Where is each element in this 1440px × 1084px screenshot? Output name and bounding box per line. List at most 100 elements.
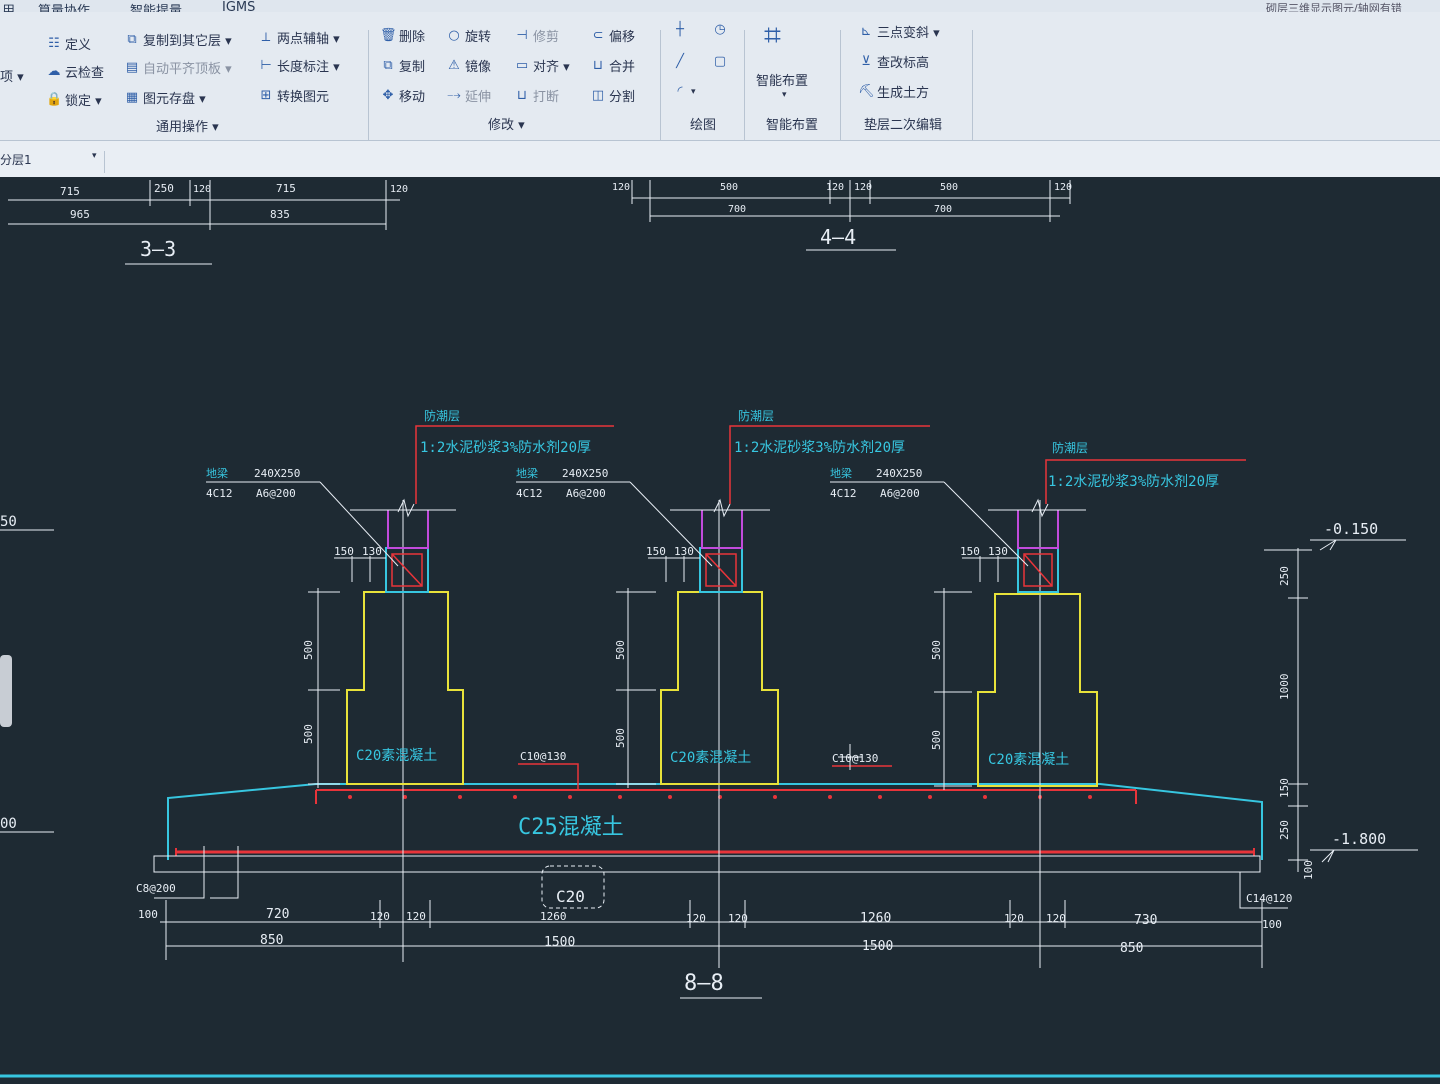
- lock-button[interactable]: 🔒 锁定 ▾: [46, 90, 102, 109]
- define-button[interactable]: ☷ 定义: [46, 34, 91, 53]
- cloud-check-icon: ☁: [47, 64, 61, 79]
- pier2-beam-stirrup: A6@200: [566, 487, 606, 500]
- bottom-dim-5: 1260: [540, 910, 567, 923]
- two-point-axis-button[interactable]: ⟂ 两点辅轴 ▾: [258, 28, 340, 47]
- axis-icon: ⟂: [261, 30, 271, 45]
- layer-select[interactable]: 分层1 ▾: [0, 151, 105, 173]
- pier3-dim-500a: 500: [930, 640, 943, 660]
- pier1-dim-500a: 500: [302, 640, 315, 660]
- merge-icon: ⊔: [592, 58, 604, 73]
- pier2-dim-500b: 500: [614, 728, 627, 748]
- group-label-modify[interactable]: 修改 ▾: [488, 114, 525, 133]
- cushion-label: C20: [556, 887, 585, 906]
- arc-icon: ◜: [677, 84, 683, 99]
- bottom-dim-2: 720: [266, 907, 289, 922]
- draw-rect-button[interactable]: ▢: [712, 54, 728, 69]
- bottom-dim-1: 100: [138, 908, 158, 921]
- cloud-check-button[interactable]: ☁ 云检查: [46, 62, 105, 81]
- check-elevation-button[interactable]: ⊻ 查改标高: [858, 52, 929, 71]
- sec33-label: 3—3: [140, 237, 176, 261]
- rebar-mid-1: C10@130: [520, 750, 566, 763]
- split-button[interactable]: ◫ 分割: [590, 86, 635, 105]
- rectangle-icon: ▢: [713, 54, 727, 69]
- pier3-beam-size: 240X250: [876, 467, 922, 480]
- elevation-icon: ⊻: [861, 54, 871, 69]
- copy-icon: ⧉: [383, 58, 393, 73]
- pier2-concrete: C20素混凝土: [670, 750, 751, 766]
- extend-button[interactable]: ⤍ 延伸: [446, 86, 491, 105]
- group-label-general[interactable]: 通用操作 ▾: [156, 116, 219, 135]
- move-button[interactable]: ✥ 移动: [380, 86, 425, 105]
- line-icon: ╱: [676, 54, 684, 69]
- pier3-moisture-label: 防潮层: [1052, 440, 1088, 455]
- convert-element-button[interactable]: ⊞ 转换图元: [258, 86, 329, 105]
- smart-layout-arrow[interactable]: ▾: [782, 90, 787, 100]
- cad-canvas[interactable]: 715 250 120 715 120 965 835 3—3 120 500 …: [0, 177, 1440, 1080]
- section-8-8-label: 8—8: [684, 971, 724, 996]
- right-dim-1000: 1000: [1278, 674, 1291, 701]
- layer-value: 分层1: [0, 153, 32, 167]
- copy-button[interactable]: ⧉ 复制: [380, 56, 425, 75]
- pier1-moisture-label: 防潮层: [424, 408, 460, 423]
- offset-icon: ⊂: [592, 28, 604, 43]
- group-label-smart: 智能布置: [766, 118, 819, 133]
- trash-icon: 🗑: [380, 28, 397, 43]
- pier1-beam-size: 240X250: [254, 467, 300, 480]
- sec33-dim-5: 120: [390, 184, 408, 195]
- draw-arc-button[interactable]: ◜ ▾: [672, 84, 695, 99]
- pier1-dim-130: 130: [362, 545, 382, 558]
- right-dim-150: 150: [1278, 778, 1291, 798]
- bottom-dim2-3: 1500: [862, 939, 893, 954]
- align-icon: ▭: [515, 58, 529, 73]
- mirror-button[interactable]: ⚠ 镜像: [446, 56, 491, 75]
- sec33-dim-1: 715: [60, 185, 80, 198]
- slab-concrete-label: C25混凝土: [518, 815, 624, 840]
- generate-earthwork-button[interactable]: ⛏ 生成土方: [858, 82, 929, 101]
- three-point-slope-button[interactable]: ⊾ 三点变斜 ▾: [858, 22, 940, 41]
- rotate-button[interactable]: ○ 旋转: [446, 26, 491, 45]
- bottom-dim-3: 120: [370, 910, 390, 923]
- sec44-dim-4: 120: [854, 182, 872, 193]
- copy-to-floor-button[interactable]: ⧉ 复制到其它层 ▾: [124, 30, 231, 49]
- bottom-dim-6: 120: [686, 912, 706, 925]
- merge-button[interactable]: ⊔ 合并: [590, 56, 635, 75]
- draw-point-button[interactable]: ┼: [672, 22, 688, 37]
- bottom-dim-10: 120: [1046, 912, 1066, 925]
- auto-flat-slab-button[interactable]: ▤ 自动平齐顶板 ▾: [124, 58, 232, 77]
- bottom-dim-9: 120: [1004, 912, 1024, 925]
- bottom-dim-7: 120: [728, 912, 748, 925]
- sec44-dim-8: 700: [934, 204, 952, 215]
- save-element-button[interactable]: ▦ 图元存盘 ▾: [124, 88, 206, 107]
- bottom-dim-12: 100: [1262, 918, 1282, 931]
- draw-line-button[interactable]: ╱: [672, 54, 688, 69]
- clipped-dropdown[interactable]: 项 ▾: [0, 66, 24, 85]
- break-icon: ⊔: [516, 88, 528, 103]
- rotate-icon: ○: [448, 28, 460, 43]
- bottom-dim2-1: 850: [260, 933, 283, 948]
- trim-button[interactable]: ⊣ 修剪: [514, 26, 559, 45]
- right-dim-250: 250: [1278, 566, 1291, 586]
- draw-circle-button[interactable]: ◷: [712, 22, 728, 37]
- pier1-dim-500b: 500: [302, 724, 315, 744]
- pier3-dim-130: 130: [988, 545, 1008, 558]
- align-button[interactable]: ▭ 对齐 ▾: [514, 56, 570, 75]
- offset-button[interactable]: ⊂ 偏移: [590, 26, 635, 45]
- side-panel-handle[interactable]: [0, 655, 12, 727]
- pier3-dim-500b: 500: [930, 730, 943, 750]
- edge-dim-00: 00: [0, 816, 17, 832]
- pier1-beam-rebar: 4C12: [206, 487, 233, 500]
- smart-layout-icon[interactable]: ⌗: [764, 18, 781, 53]
- delete-button[interactable]: 🗑 删除: [380, 26, 425, 45]
- split-icon: ◫: [591, 88, 605, 103]
- elevation-top: -0.150: [1324, 520, 1378, 538]
- pier1-moisture-note: 1:2水泥砂浆3%防水剂20厚: [420, 440, 591, 456]
- smart-layout-button[interactable]: 智能布置: [756, 70, 808, 89]
- pier3-beam-stirrup: A6@200: [880, 487, 920, 500]
- crosshair-icon: ┼: [676, 22, 684, 37]
- sec44-dim-7: 700: [728, 204, 746, 215]
- length-mark-button[interactable]: ⊢ 长度标注 ▾: [258, 56, 339, 75]
- break-button[interactable]: ⊔ 打断: [514, 86, 559, 105]
- drawing-svg: 715 250 120 715 120 965 835 3—3 120 500 …: [0, 177, 1440, 1080]
- lock-icon: 🔒: [46, 92, 63, 107]
- layer-bar: 分层1 ▾: [0, 141, 1440, 177]
